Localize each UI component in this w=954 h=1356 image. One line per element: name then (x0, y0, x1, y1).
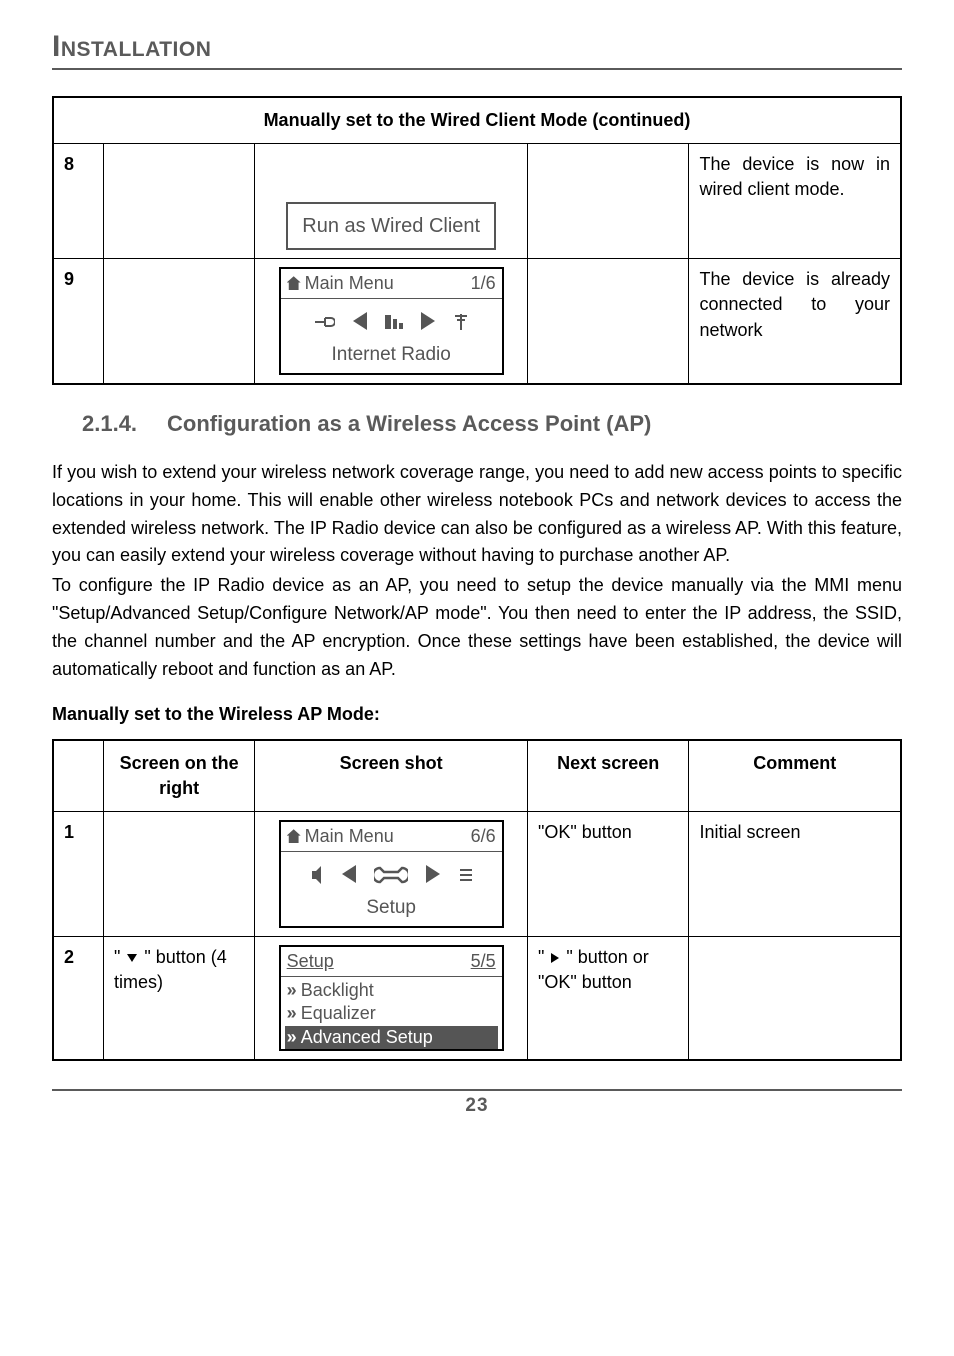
menu-icons-row (281, 852, 502, 893)
list-icon (458, 858, 474, 889)
antenna-icon (453, 305, 469, 336)
main-menu-setup-shot: Main Menu 6/6 Setup (279, 820, 504, 928)
triangle-left-icon (342, 865, 356, 883)
step-number: 9 (53, 259, 103, 384)
screen-right-cell (103, 812, 254, 937)
header-comment: Comment (689, 740, 901, 812)
triangle-left-icon (353, 312, 367, 330)
table-row: 9 Main Menu 1/6 Internet Radio (53, 259, 901, 384)
screenshot-cell: Main Menu 1/6 Internet Radio (255, 259, 528, 384)
page-footer: 23 (52, 1089, 902, 1117)
header-screen-shot: Screen shot (255, 740, 528, 812)
wired-client-table: Manually set to the Wired Client Mode (c… (52, 96, 902, 385)
screenshot-cell: Setup 5/5 »Backlight »Equalizer »Advance… (255, 936, 528, 1060)
list-items: »Backlight »Equalizer »Advanced Setup (281, 977, 502, 1049)
chevrons-icon: » (287, 1026, 297, 1049)
menu-icons-row (281, 299, 502, 340)
setup-list-shot: Setup 5/5 »Backlight »Equalizer »Advance… (279, 945, 504, 1051)
list-item: »Equalizer (285, 1002, 498, 1025)
table1-header: Manually set to the Wired Client Mode (c… (53, 97, 901, 144)
comment-cell (689, 936, 901, 1060)
title-underline (52, 68, 902, 70)
comment-cell: Initial screen (689, 812, 901, 937)
next-screen-cell (527, 144, 689, 259)
bars-icon (385, 305, 403, 336)
step-number: 8 (53, 144, 103, 259)
comment-cell: The device is already connected to your … (689, 259, 901, 384)
section-number: 2.1.4. (82, 411, 137, 437)
screen-right-cell (103, 259, 254, 384)
down-arrow-icon (125, 947, 139, 967)
table-row: 8 Run as Wired Client The device is now … (53, 144, 901, 259)
paragraph-1: If you wish to extend your wireless netw… (52, 459, 902, 571)
shot-caption: Setup (281, 893, 502, 926)
next-screen-cell (527, 259, 689, 384)
header-next-screen: Next screen (527, 740, 689, 812)
list-item: »Backlight (285, 979, 498, 1002)
right-arrow-icon (549, 947, 561, 967)
list-page-indicator: 5/5 (471, 949, 496, 974)
screenshot-cell: Main Menu 6/6 Setup (255, 812, 528, 937)
speaker-icon (308, 858, 324, 889)
run-wired-client-shot: Run as Wired Client (286, 202, 496, 250)
subheading: Manually set to the Wireless AP Mode: (52, 704, 902, 725)
home-icon (287, 826, 305, 846)
empty-header (53, 740, 103, 812)
paragraph-2: To configure the IP Radio device as an A… (52, 572, 902, 684)
step-number: 2 (53, 936, 103, 1060)
wireless-ap-table: Screen on the right Screen shot Next scr… (52, 739, 902, 1061)
table-row: 2 " " button (4 times) Setup 5/5 »Backli… (53, 936, 901, 1060)
step-number: 1 (53, 812, 103, 937)
chevrons-icon: » (287, 1002, 297, 1025)
next-screen-cell: "OK" button (527, 812, 689, 937)
plug-icon (313, 305, 335, 336)
menu-page-indicator: 1/6 (471, 271, 496, 296)
menu-page-indicator: 6/6 (471, 824, 496, 849)
section-title: Configuration as a Wireless Access Point… (167, 411, 651, 437)
page-title: Installation (52, 30, 902, 68)
list-title: Setup (287, 949, 334, 974)
wrench-icon (374, 858, 408, 889)
menu-title: Main Menu (305, 273, 394, 293)
triangle-right-icon (426, 865, 440, 883)
screen-right-cell (103, 144, 254, 259)
next-screen-cell: " " button or "OK" button (527, 936, 689, 1060)
comment-cell: The device is now in wired client mode. (689, 144, 901, 259)
screen-right-cell: " " button (4 times) (103, 936, 254, 1060)
shot-caption: Internet Radio (281, 340, 502, 373)
screenshot-cell: Run as Wired Client (255, 144, 528, 259)
main-menu-shot: Main Menu 1/6 Internet Radio (279, 267, 504, 375)
home-icon (287, 273, 305, 293)
header-screen-right: Screen on the right (103, 740, 254, 812)
chevrons-icon: » (287, 979, 297, 1002)
triangle-right-icon (421, 312, 435, 330)
list-item-selected: »Advanced Setup (285, 1026, 498, 1049)
table-row: 1 Main Menu 6/6 Setup (53, 812, 901, 937)
page-number: 23 (52, 1091, 902, 1117)
menu-title: Main Menu (305, 826, 394, 846)
section-heading: 2.1.4. Configuration as a Wireless Acces… (82, 411, 902, 437)
